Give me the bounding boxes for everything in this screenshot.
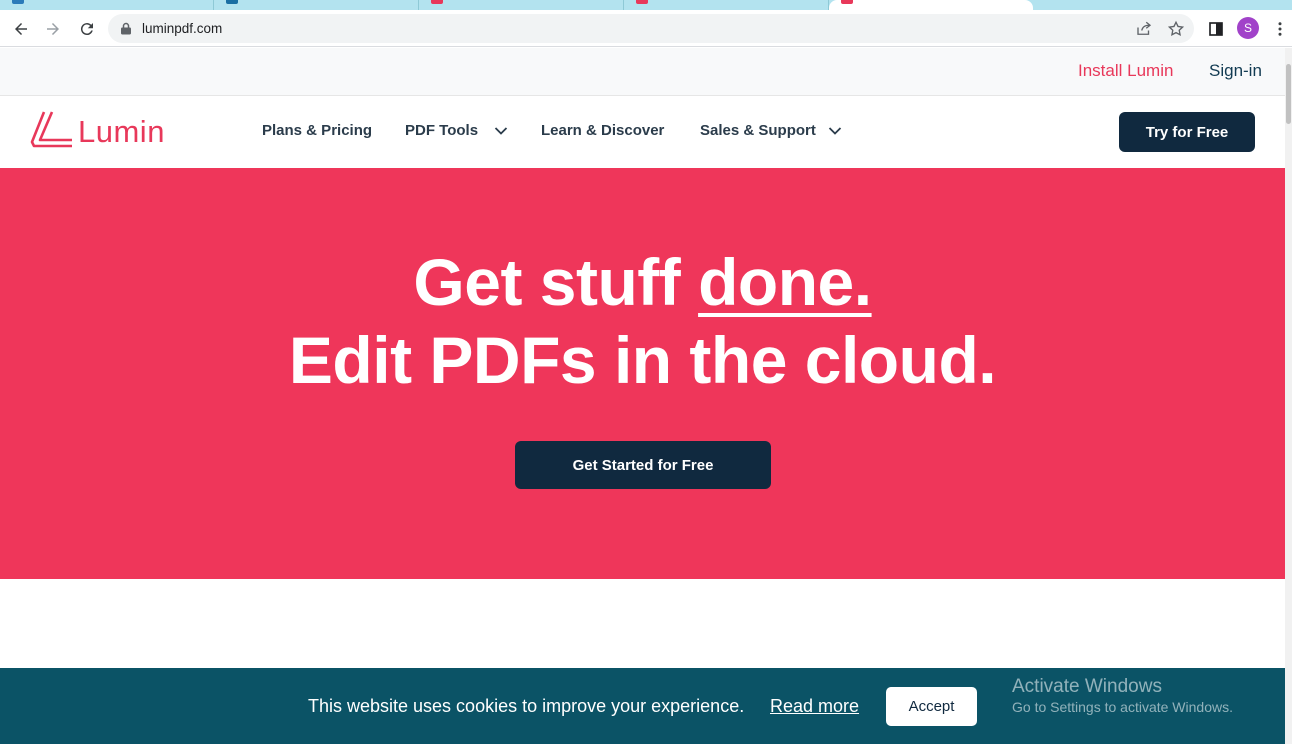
nav-label: Plans & Pricing [262,122,373,139]
main-nav: Lumin Plans & Pricing PDF Tools Learn & … [0,96,1285,168]
cookie-read-more-link[interactable]: Read more [770,696,859,717]
tab-favicon-icon [226,0,238,4]
reload-icon [80,23,93,36]
arrow-left-icon [15,23,27,35]
tab-favicon-icon [841,0,853,4]
try-for-free-button[interactable]: Try for Free [1119,112,1255,152]
hero-headline-line1: Get stuff done. [0,244,1285,320]
scrollbar-thumb[interactable] [1286,64,1291,124]
hero-headline-line2: Edit PDFs in the cloud. [288,323,997,397]
lumin-wordmark: Lumin [78,114,165,149]
share-icon[interactable] [1135,20,1153,38]
page-scrollbar[interactable] [1285,48,1292,744]
tab-favicon-icon [431,0,443,4]
browser-tab[interactable] [0,0,214,10]
nav-label: PDF Tools [405,122,479,139]
get-started-button[interactable]: Get Started for Free [515,441,771,489]
web-page: Install Lumin Sign-in Lumin Plans & Pric… [0,48,1285,744]
hero-section: Get stuff done. Edit PDFs in the cloud. … [0,168,1285,579]
nav-label: Learn & Discover [541,122,665,139]
hero-headline-prefix: Get stuff [413,245,699,319]
lumin-logo-icon [30,111,72,148]
forward-button[interactable] [40,16,66,42]
browser-tab-active[interactable] [829,0,1033,10]
back-button[interactable] [8,16,34,42]
nav-sales-support[interactable]: Sales & Support [700,122,842,139]
side-panel-icon [1209,22,1223,36]
cookie-banner: This website uses cookies to improve you… [0,668,1285,744]
chevron-down-icon [494,126,508,135]
browser-tab[interactable] [624,0,829,10]
browser-toolbar: luminpdf.com S [0,10,1292,47]
hero-headline-emphasis: done. [698,245,872,319]
utility-bar: Install Lumin Sign-in [0,48,1285,96]
cookie-message: This website uses cookies to improve you… [308,696,745,716]
watermark-subtitle: Go to Settings to activate Windows. [1012,699,1233,715]
tab-favicon-icon [12,0,24,4]
sign-in-link[interactable]: Sign-in [1209,61,1262,81]
chevron-down-icon [828,126,841,135]
tab-strip [0,0,1292,10]
tab-favicon-icon [636,0,648,4]
install-lumin-link[interactable]: Install Lumin [1078,61,1173,81]
watermark-title: Activate Windows [1012,676,1162,697]
browser-tab[interactable] [419,0,624,10]
profile-avatar[interactable]: S [1237,17,1259,39]
lumin-logo[interactable]: Lumin [30,110,190,152]
cookie-accept-button[interactable]: Accept [886,687,977,726]
address-bar[interactable]: luminpdf.com [108,14,1194,43]
nav-pdf-tools[interactable]: PDF Tools [405,122,508,139]
bookmark-star-icon[interactable] [1167,20,1185,38]
lock-icon [121,22,131,35]
nav-label: Sales & Support [700,122,816,139]
side-panel-button[interactable] [1203,16,1229,42]
reload-button[interactable] [74,16,100,42]
browser-menu-button[interactable] [1268,16,1292,42]
url-text: luminpdf.com [142,21,223,36]
nav-learn-discover[interactable]: Learn & Discover [541,122,664,139]
browser-tab[interactable] [214,0,419,10]
arrow-right-icon [47,23,59,35]
nav-plans-pricing[interactable]: Plans & Pricing [262,122,372,139]
more-vert-icon [1278,22,1282,36]
